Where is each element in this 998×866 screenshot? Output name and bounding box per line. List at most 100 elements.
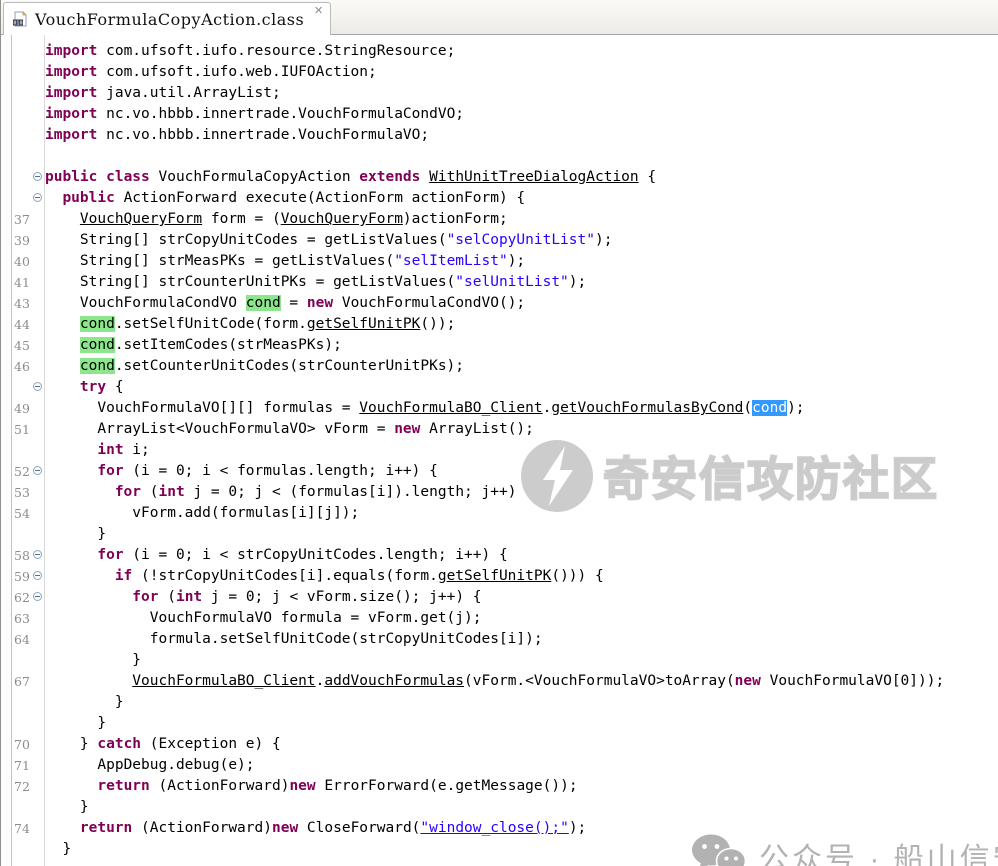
code-line[interactable]: 41String[] strCounterUnitPKs = getListVa… <box>1 272 998 293</box>
code-line[interactable]: 45cond.setItemCodes(strMeasPKs); <box>1 335 998 356</box>
code-text: import nc.vo.hbbb.innertrade.VouchFormul… <box>45 104 464 125</box>
code-line[interactable]: } <box>1 650 998 671</box>
line-number: 53 <box>14 485 33 500</box>
line-number: 45 <box>14 338 33 353</box>
code-token: nc.vo.hbbb.innertrade.VouchFormulaVO; <box>97 127 429 143</box>
code-token <box>420 169 429 185</box>
code-line[interactable]: 43VouchFormulaCondVO cond = new VouchFor… <box>1 293 998 314</box>
code-line[interactable]: } <box>1 692 998 713</box>
code-token: import <box>45 127 97 143</box>
fold-cell <box>33 755 45 776</box>
code-token: } <box>97 526 106 542</box>
code-line[interactable]: 49VouchFormulaVO[][] formulas = VouchFor… <box>1 398 998 419</box>
line-number: 72 <box>14 779 33 794</box>
code-text: import nc.vo.hbbb.innertrade.VouchFormul… <box>45 125 429 146</box>
code-line[interactable]: 46cond.setCounterUnitCodes(strCounterUni… <box>1 356 998 377</box>
fold-cell <box>33 398 45 419</box>
code-text: VouchFormulaVO[][] formulas = VouchFormu… <box>45 398 805 419</box>
code-line[interactable]: import nc.vo.hbbb.innertrade.VouchFormul… <box>1 104 998 125</box>
code-line[interactable]: 51ArrayList<VouchFormulaVO> vForm = new … <box>1 419 998 440</box>
code-line[interactable]: public class VouchFormulaCopyAction exte… <box>1 167 998 188</box>
code-line[interactable]: } <box>1 524 998 545</box>
code-line[interactable]: 53for (int j = 0; j < (formulas[i]).leng… <box>1 482 998 503</box>
code-text: import com.ufsoft.iufo.resource.StringRe… <box>45 41 455 62</box>
collapse-icon[interactable] <box>33 382 42 391</box>
code-line[interactable]: } <box>1 839 998 860</box>
code-line[interactable]: 63VouchFormulaVO formula = vForm.get(j); <box>1 608 998 629</box>
code-line[interactable]: 67VouchFormulaBO_Client.addVouchFormulas… <box>1 671 998 692</box>
code-line[interactable]: 62for (int j = 0; j < vForm.size(); j++)… <box>1 587 998 608</box>
code-text: for (int j = 0; j < vForm.size(); j++) { <box>45 587 482 608</box>
code-line[interactable]: 37VouchQueryForm form = (VouchQueryForm)… <box>1 209 998 230</box>
code-text: VouchFormulaVO formula = vForm.get(j); <box>45 608 481 629</box>
collapse-icon[interactable] <box>33 571 42 580</box>
code-token: VouchFormulaVO[0])); <box>761 673 944 689</box>
collapse-icon[interactable] <box>33 550 42 559</box>
collapse-icon[interactable] <box>33 592 42 601</box>
code-line[interactable]: 59if (!strCopyUnitCodes[i].equals(form.g… <box>1 566 998 587</box>
code-line[interactable]: import com.ufsoft.iufo.resource.StringRe… <box>1 41 998 62</box>
fold-cell <box>33 818 45 839</box>
code-line[interactable]: public ActionForward execute(ActionForm … <box>1 188 998 209</box>
code-text: public class VouchFormulaCopyAction exte… <box>45 167 656 188</box>
code-line[interactable]: try { <box>1 377 998 398</box>
code-token: try <box>80 379 106 395</box>
code-token: form = ( <box>202 211 281 227</box>
fold-cell <box>33 545 45 566</box>
collapse-icon[interactable] <box>33 193 42 202</box>
code-text: import com.ufsoft.iufo.web.IUFOAction; <box>45 62 377 83</box>
code-text: AppDebug.debug(e); <box>45 755 255 776</box>
code-token: VouchFormulaVO formula = vForm.get(j); <box>150 610 482 626</box>
code-token: import <box>45 85 97 101</box>
code-line[interactable]: 39String[] strCopyUnitCodes = getListVal… <box>1 230 998 251</box>
code-token: VouchFormulaBO_Client <box>359 400 542 416</box>
code-line[interactable]: 64formula.setSelfUnitCode(strCopyUnitCod… <box>1 629 998 650</box>
code-token: WithUnitTreeDialogAction <box>429 169 639 185</box>
code-token: new <box>735 673 761 689</box>
code-line[interactable]: 70} catch (Exception e) { <box>1 734 998 755</box>
code-editor: import com.ufsoft.iufo.resource.StringRe… <box>1 35 998 866</box>
fold-cell <box>33 293 45 314</box>
fold-cell <box>33 797 45 818</box>
fold-cell <box>33 104 45 125</box>
code-token: VouchFormulaCondVO <box>80 295 246 311</box>
code-line[interactable]: int i; <box>1 440 998 461</box>
code-line[interactable]: } <box>1 797 998 818</box>
collapse-icon[interactable] <box>33 466 42 475</box>
code-line[interactable]: 40String[] strMeasPKs = getListValues("s… <box>1 251 998 272</box>
line-number: 41 <box>14 275 33 290</box>
code-line[interactable]: import nc.vo.hbbb.innertrade.VouchFormul… <box>1 125 998 146</box>
code-token: cond <box>752 400 787 416</box>
line-number: 71 <box>14 758 33 773</box>
code-line[interactable]: 54vForm.add(formulas[i][j]); <box>1 503 998 524</box>
code-token: java.util.ArrayList; <box>97 85 280 101</box>
code-token: (!strCopyUnitCodes[i].equals(form. <box>132 568 438 584</box>
line-number: 64 <box>14 632 33 647</box>
code-token: cond <box>80 337 115 353</box>
tab-close-icon[interactable]: ✕ <box>314 6 323 17</box>
editor-tab[interactable]: 010 VouchFormulaCopyAction.class ✕ <box>3 2 331 35</box>
fold-cell <box>33 356 45 377</box>
line-number: 52 <box>14 464 33 479</box>
code-line[interactable]: 74return (ActionForward)new CloseForward… <box>1 818 998 839</box>
code-text: VouchFormulaCondVO cond = new VouchFormu… <box>45 293 525 314</box>
code-line[interactable]: import com.ufsoft.iufo.web.IUFOAction; <box>1 62 998 83</box>
code-line[interactable]: 72return (ActionForward)new ErrorForward… <box>1 776 998 797</box>
fold-cell <box>33 125 45 146</box>
code-line[interactable]: import java.util.ArrayList; <box>1 83 998 104</box>
code-token: ( <box>159 589 176 605</box>
code-line[interactable]: 71 AppDebug.debug(e); <box>1 755 998 776</box>
fold-cell <box>33 839 45 860</box>
code-line[interactable]: } <box>1 713 998 734</box>
code-line[interactable]: 58for (i = 0; i < strCopyUnitCodes.lengt… <box>1 545 998 566</box>
collapse-icon[interactable] <box>33 172 42 181</box>
code-token: = <box>281 295 307 311</box>
code-line[interactable]: 52for (i = 0; i < formulas.length; i++) … <box>1 461 998 482</box>
code-line[interactable] <box>1 146 998 167</box>
code-token: j = 0; j < vForm.size(); j++) { <box>202 589 481 605</box>
code-pane: import com.ufsoft.iufo.resource.StringRe… <box>1 41 998 860</box>
fold-cell <box>33 713 45 734</box>
fold-cell <box>33 629 45 650</box>
code-token: nc.vo.hbbb.innertrade.VouchFormulaCondVO… <box>97 106 464 122</box>
code-line[interactable]: 44cond.setSelfUnitCode(form.getSelfUnitP… <box>1 314 998 335</box>
